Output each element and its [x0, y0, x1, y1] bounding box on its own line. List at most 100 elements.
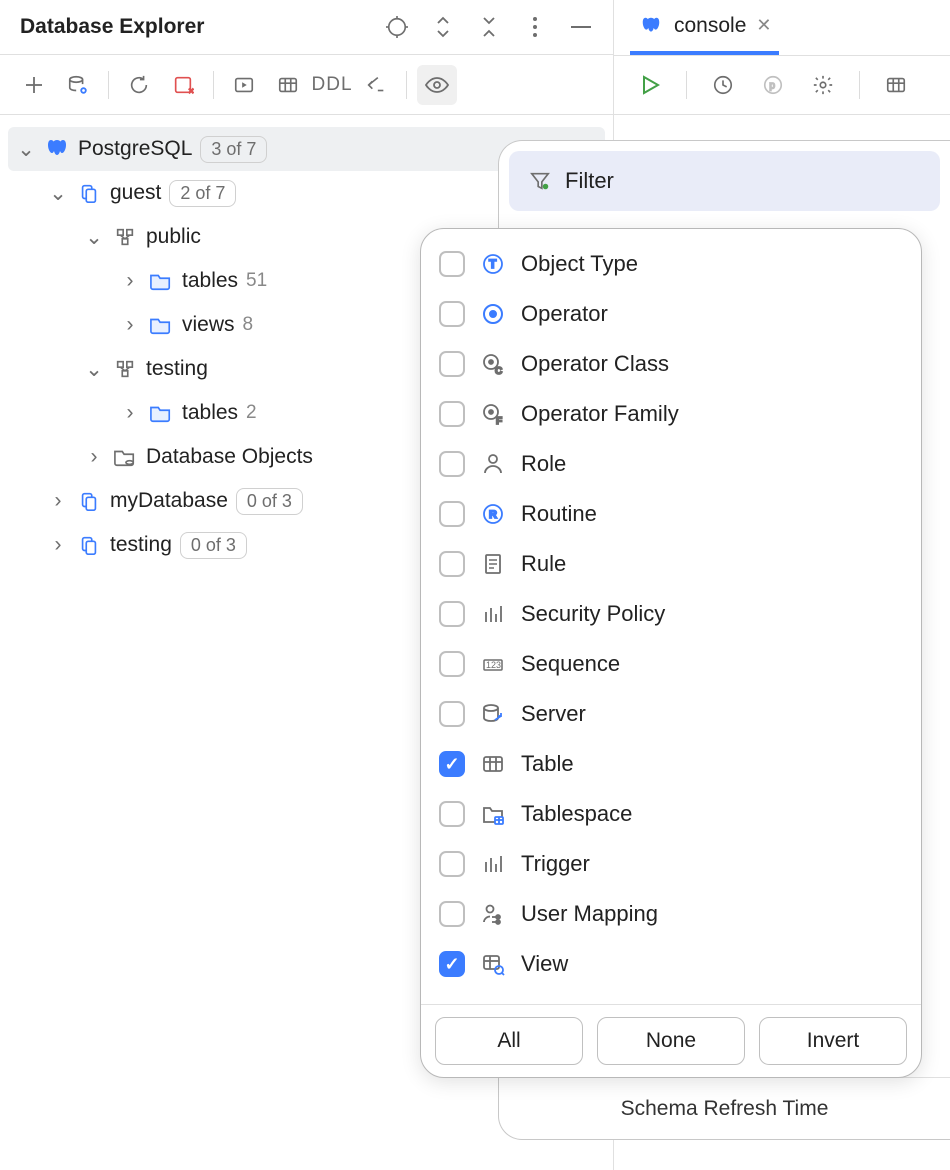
refresh-button[interactable]: [119, 65, 159, 105]
role-icon: [479, 450, 507, 478]
tab-bar: console ✕: [614, 0, 950, 55]
checkbox[interactable]: [439, 951, 465, 977]
filter-item-usermap[interactable]: User Mapping: [429, 889, 913, 939]
expand-icon[interactable]: [431, 15, 455, 39]
filter-item-server[interactable]: Server: [429, 689, 913, 739]
filter-item-view[interactable]: View: [429, 939, 913, 989]
filter-item-label: Operator: [521, 301, 608, 327]
filter-header[interactable]: Filter: [509, 151, 940, 211]
tree-badge: 2 of 7: [169, 180, 236, 207]
checkbox[interactable]: [439, 551, 465, 577]
right-toolbar: p: [614, 55, 950, 115]
checkbox[interactable]: [439, 801, 465, 827]
tree-label: tables: [182, 401, 238, 425]
checkbox[interactable]: [439, 251, 465, 277]
checkbox[interactable]: [439, 751, 465, 777]
filter-item-table[interactable]: Table: [429, 739, 913, 789]
filter-item-tablespace[interactable]: Tablespace: [429, 789, 913, 839]
filter-item-operator[interactable]: Operator: [429, 289, 913, 339]
filter-icon: [529, 170, 551, 192]
filter-item-rule[interactable]: Rule: [429, 539, 913, 589]
placeholder-button[interactable]: p: [753, 65, 793, 105]
panel-header: Database Explorer: [0, 0, 613, 55]
tree-label: tables: [182, 269, 238, 293]
trigger-icon: [479, 850, 507, 878]
minimize-icon[interactable]: [569, 15, 593, 39]
checkbox[interactable]: [439, 301, 465, 327]
database-icon: [76, 488, 102, 514]
filter-item-label: Table: [521, 751, 574, 777]
filter-item-routine[interactable]: R Routine: [429, 489, 913, 539]
datasource-settings-button[interactable]: [58, 65, 98, 105]
collapse-icon[interactable]: [477, 15, 501, 39]
tablespace-icon: [479, 800, 507, 828]
filter-item-label: Trigger: [521, 851, 590, 877]
tree-label: public: [146, 225, 201, 249]
filter-item-label: Server: [521, 701, 586, 727]
filter-label: Filter: [565, 168, 614, 194]
tree-label: Database Objects: [146, 445, 313, 469]
run-button[interactable]: [630, 65, 670, 105]
checkbox[interactable]: [439, 401, 465, 427]
filter-item-label: View: [521, 951, 568, 977]
target-icon[interactable]: [385, 15, 409, 39]
chevron-right-icon: ›: [84, 445, 104, 469]
chevron-down-icon: ⌄: [84, 357, 104, 382]
checkbox[interactable]: [439, 351, 465, 377]
close-icon[interactable]: ✕: [756, 15, 771, 36]
grid-button[interactable]: [876, 65, 916, 105]
checkbox[interactable]: [439, 901, 465, 927]
tree-label: testing: [110, 533, 172, 557]
view-button[interactable]: [417, 65, 457, 105]
checkbox[interactable]: [439, 851, 465, 877]
postgres-icon: [44, 136, 70, 162]
filter-item-label: Object Type: [521, 251, 638, 277]
sequence-icon: 123: [479, 650, 507, 678]
chevron-down-icon: ⌄: [16, 137, 36, 162]
checkbox[interactable]: [439, 651, 465, 677]
ddl-button[interactable]: DDL: [312, 65, 352, 105]
popup-footer: All None Invert: [421, 1004, 921, 1077]
all-button[interactable]: All: [435, 1017, 583, 1065]
checkbox[interactable]: [439, 701, 465, 727]
more-icon[interactable]: [523, 15, 547, 39]
none-button[interactable]: None: [597, 1017, 745, 1065]
history-button[interactable]: [703, 65, 743, 105]
filter-list: T Object Type Operator C Operator Class …: [421, 229, 921, 1004]
settings-button[interactable]: [803, 65, 843, 105]
filter-item-label: Tablespace: [521, 801, 632, 827]
tree-count: 8: [243, 314, 254, 336]
checkbox[interactable]: [439, 601, 465, 627]
chevron-right-icon: ›: [120, 401, 140, 425]
console-button[interactable]: [224, 65, 264, 105]
filter-item-type[interactable]: T Object Type: [429, 239, 913, 289]
table-button[interactable]: [268, 65, 308, 105]
navigate-button[interactable]: [356, 65, 396, 105]
filter-item-policy[interactable]: Security Policy: [429, 589, 913, 639]
server-icon: [479, 700, 507, 728]
policy-icon: [479, 600, 507, 628]
filter-item-opfamily[interactable]: F Operator Family: [429, 389, 913, 439]
invert-button[interactable]: Invert: [759, 1017, 907, 1065]
svg-text:p: p: [769, 81, 775, 92]
db-objects-icon: [112, 444, 138, 470]
checkbox[interactable]: [439, 451, 465, 477]
tree-label: testing: [146, 357, 208, 381]
add-button[interactable]: [14, 65, 54, 105]
checkbox[interactable]: [439, 501, 465, 527]
filter-popup: T Object Type Operator C Operator Class …: [420, 228, 922, 1078]
filter-item-trigger[interactable]: Trigger: [429, 839, 913, 889]
filter-item-opclass[interactable]: C Operator Class: [429, 339, 913, 389]
table-icon: [479, 750, 507, 778]
chevron-down-icon: ⌄: [84, 225, 104, 250]
tree-badge: 3 of 7: [200, 136, 267, 163]
chevron-right-icon: ›: [120, 313, 140, 337]
toolbar: × DDL: [0, 55, 613, 115]
tab-console[interactable]: console ✕: [630, 0, 779, 55]
stop-button[interactable]: ×: [163, 65, 203, 105]
schema-icon: [112, 224, 138, 250]
filter-item-sequence[interactable]: 123 Sequence: [429, 639, 913, 689]
database-icon: [76, 532, 102, 558]
folder-icon: [148, 268, 174, 294]
filter-item-role[interactable]: Role: [429, 439, 913, 489]
